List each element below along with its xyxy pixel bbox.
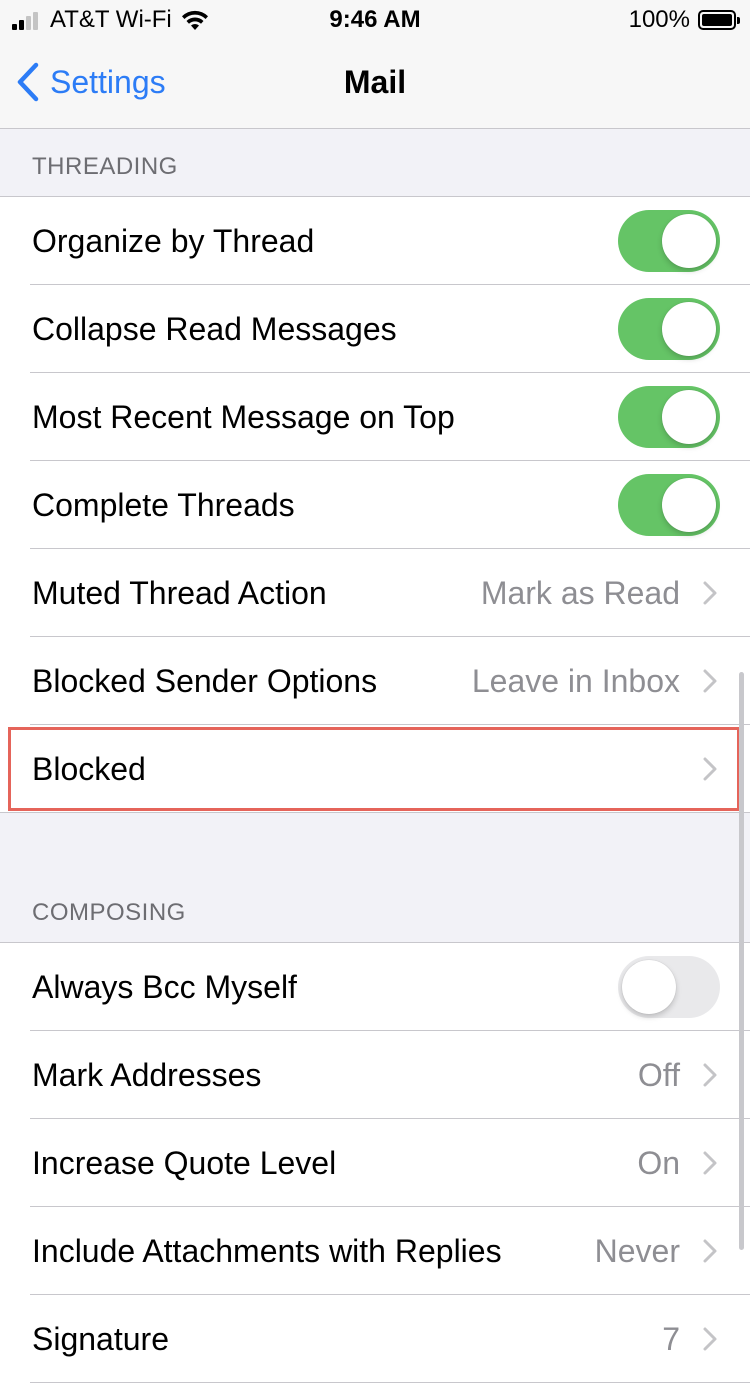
collapse-read-messages-toggle[interactable] [618,298,720,360]
row-complete-threads: Complete Threads [0,461,750,549]
navigation-bar: Settings Mail [0,40,750,129]
row-collapse-read-messages: Collapse Read Messages [0,285,750,373]
row-signature[interactable]: Signature 7 [0,1295,750,1383]
chevron-right-icon [703,669,717,693]
row-most-recent-on-top: Most Recent Message on Top [0,373,750,461]
most-recent-on-top-toggle[interactable] [618,386,720,448]
scroll-indicator[interactable] [739,672,744,1250]
row-value: Mark as Read [480,574,680,611]
page-title: Mail [343,64,407,100]
row-value: 7 [662,1320,680,1357]
chevron-right-icon [703,581,717,605]
organize-by-thread-toggle[interactable] [618,210,720,272]
always-bcc-myself-toggle[interactable] [618,956,720,1018]
settings-list: THREADING Organize by Thread Collapse Re… [0,129,750,1383]
row-label: Organize by Thread [32,222,315,259]
row-muted-thread-action[interactable]: Muted Thread Action Mark as Read [0,549,750,637]
chevron-right-icon [703,1239,717,1263]
row-value: Off [637,1056,680,1093]
row-organize-by-thread: Organize by Thread [0,197,750,285]
row-increase-quote-level[interactable]: Increase Quote Level On [0,1119,750,1207]
row-value: On [637,1144,680,1181]
chevron-right-icon [703,1063,717,1087]
composing-group: Always Bcc Myself Mark Addresses Off Inc… [0,943,750,1383]
row-mark-addresses[interactable]: Mark Addresses Off [0,1031,750,1119]
section-header-composing: COMPOSING [0,875,750,943]
row-label: Complete Threads [32,486,295,523]
row-value: Leave in Inbox [471,662,680,699]
row-label: Blocked [32,750,146,787]
complete-threads-toggle[interactable] [618,474,720,536]
status-bar: AT&T Wi-Fi 9:46 AM 100% [0,0,750,40]
status-bar-right: 100% [628,6,740,34]
row-label: Always Bcc Myself [32,968,297,1005]
row-label: Most Recent Message on Top [32,398,455,435]
row-label: Collapse Read Messages [32,310,397,347]
row-label: Include Attachments with Replies [32,1232,502,1269]
battery-percent: 100% [628,6,690,33]
chevron-right-icon [703,757,717,781]
row-label: Mark Addresses [32,1056,262,1093]
row-always-bcc-myself: Always Bcc Myself [0,943,750,1031]
battery-icon [698,10,740,30]
row-label: Blocked Sender Options [32,662,378,699]
section-header-threading: THREADING [0,129,750,197]
row-blocked[interactable]: Blocked [0,725,750,813]
row-label: Muted Thread Action [32,574,327,611]
threading-group: Organize by Thread Collapse Read Message… [0,197,750,813]
chevron-right-icon [703,1151,717,1175]
row-label: Signature [32,1320,169,1357]
row-value: Never [594,1232,680,1269]
row-blocked-sender-options[interactable]: Blocked Sender Options Leave in Inbox [0,637,750,725]
row-label: Increase Quote Level [32,1144,337,1181]
chevron-right-icon [703,1327,717,1351]
row-include-attachments[interactable]: Include Attachments with Replies Never [0,1207,750,1295]
